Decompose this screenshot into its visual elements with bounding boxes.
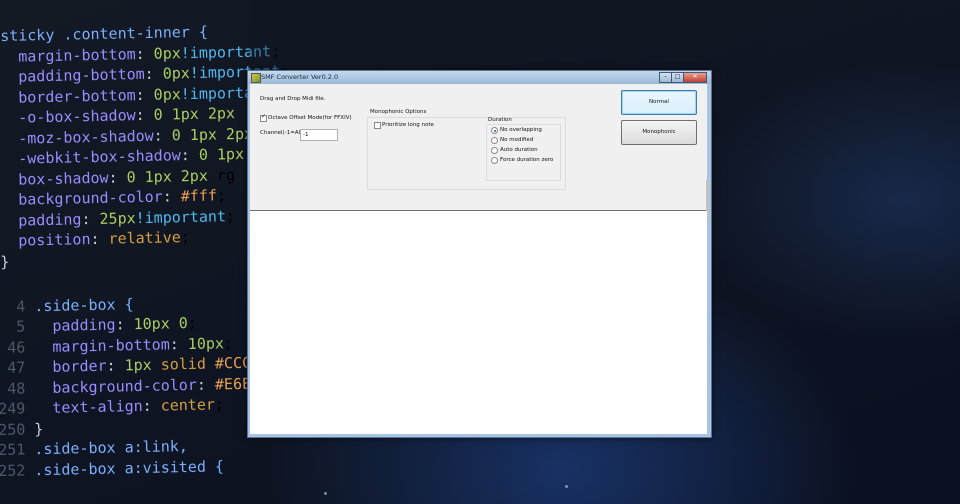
wallpaper-code-line: padding: 25px!important; bbox=[18, 206, 236, 230]
duration-option-label[interactable]: No modified bbox=[500, 136, 533, 144]
prioritize-long-note-label[interactable]: Prioritize long note bbox=[382, 121, 434, 129]
wallpaper-code-line: 252 .side-box a:visited { bbox=[0, 456, 225, 480]
octave-offset-label[interactable]: Octave Offset Mode(for FFXIV) bbox=[268, 114, 352, 122]
monophonic-button[interactable]: Monophonic bbox=[621, 120, 697, 145]
duration-option-label[interactable]: Auto duration bbox=[500, 146, 538, 154]
wallpaper-sparkle bbox=[565, 485, 568, 488]
options-panel: Drag and Drop Midi file. Octave Offset M… bbox=[250, 84, 709, 220]
duration-radio-no-modified[interactable] bbox=[491, 137, 498, 144]
octave-offset-checkbox[interactable] bbox=[260, 113, 267, 122]
duration-radio-auto-duration[interactable] bbox=[491, 147, 498, 154]
wallpaper-code-line: 4 .side-box { bbox=[0, 294, 134, 316]
wallpaper-code-line: } bbox=[0, 252, 10, 271]
duration-option-label[interactable]: No overlapping bbox=[500, 126, 542, 134]
duration-radio-force-duration-zero[interactable] bbox=[491, 157, 498, 164]
normal-button[interactable]: Normal bbox=[621, 90, 697, 115]
client-area: Drag and Drop Midi file. Octave Offset M… bbox=[250, 84, 709, 434]
wallpaper-code-line: 251 .side-box a:link, bbox=[0, 437, 189, 459]
monophonic-options-title: Monophonic Options bbox=[370, 109, 427, 115]
duration-radio-no-overlapping[interactable] bbox=[491, 127, 498, 134]
close-button[interactable]: ✕ bbox=[683, 72, 707, 83]
channel-label: Channel(-1=All) bbox=[260, 130, 304, 136]
drop-hint-label: Drag and Drop Midi file. bbox=[260, 96, 326, 102]
channel-input[interactable] bbox=[300, 129, 338, 141]
smf-converter-window: SMF Converter Ver0.2.0 – □ ✕ Drag and Dr… bbox=[247, 70, 712, 438]
app-icon bbox=[251, 73, 261, 83]
wallpaper-code-line: 250 } bbox=[0, 419, 44, 439]
title-bar[interactable]: SMF Converter Ver0.2.0 – □ ✕ bbox=[248, 71, 711, 84]
window-title: SMF Converter Ver0.2.0 bbox=[261, 73, 339, 81]
wallpaper-sparkle bbox=[324, 492, 327, 495]
duration-title: Duration bbox=[488, 117, 512, 123]
prioritize-long-note-checkbox[interactable] bbox=[374, 122, 381, 129]
duration-option-label[interactable]: Force duration zero bbox=[500, 156, 553, 164]
wallpaper-code-line: 249 text-align: center; bbox=[0, 395, 225, 418]
wallpaper-code-line: 5 padding: 10px 0; bbox=[0, 313, 198, 336]
wallpaper-code-line: position: relative; bbox=[18, 228, 191, 250]
output-area bbox=[250, 211, 707, 434]
